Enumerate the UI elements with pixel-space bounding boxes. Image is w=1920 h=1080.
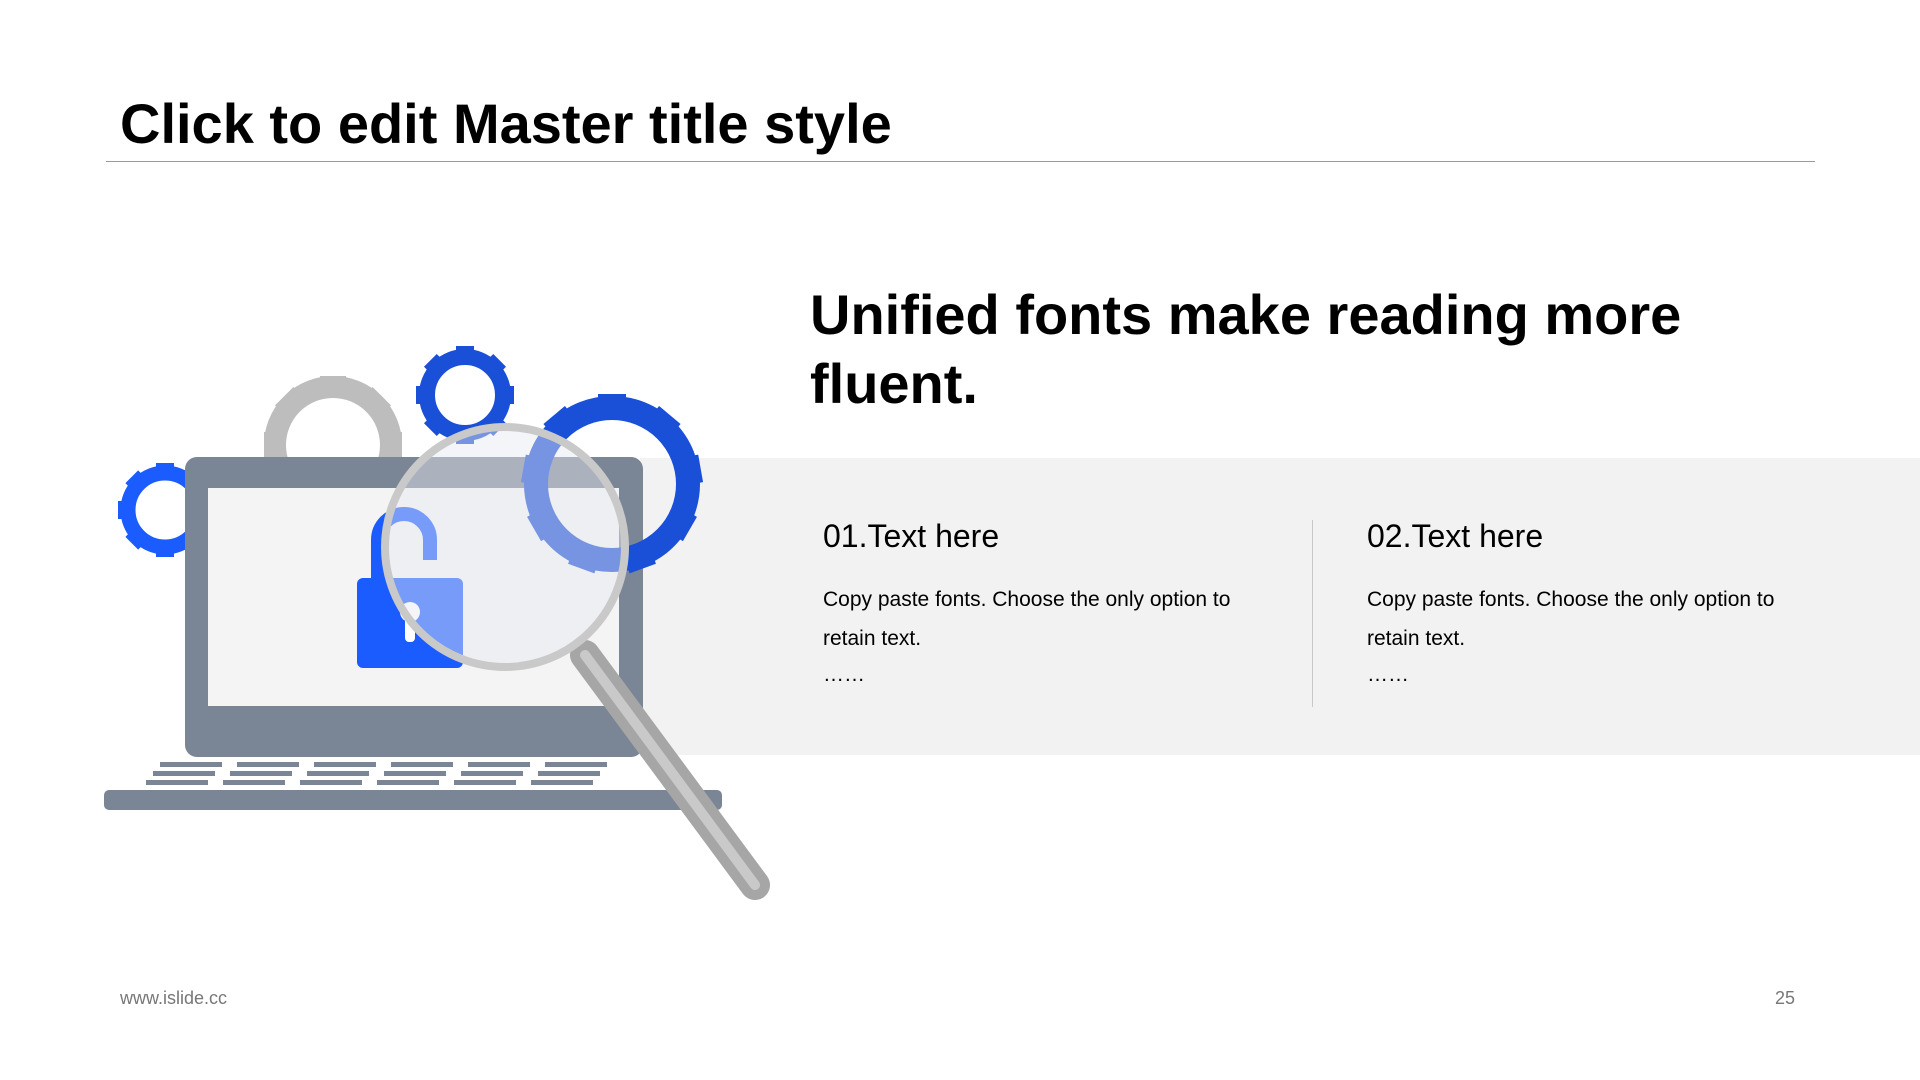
headline: Unified fonts make reading more fluent.: [810, 283, 1682, 415]
text-column-2: 02.Text here Copy paste fonts. Choose th…: [1367, 510, 1807, 690]
column-body: Copy paste fonts. Choose the only option…: [1367, 588, 1775, 650]
column-ellipsis: ……: [1367, 663, 1409, 686]
column-ellipsis: ……: [823, 663, 865, 686]
column-heading: 02.Text here: [1367, 518, 1544, 554]
column-body: Copy paste fonts. Choose the only option…: [823, 588, 1231, 650]
text-column-1: 01.Text here Copy paste fonts. Choose th…: [823, 510, 1263, 690]
column-divider: [1312, 520, 1313, 707]
footer-url: www.islide.cc: [120, 988, 228, 1008]
security-illustration: [104, 346, 770, 900]
column-heading: 01.Text here: [823, 518, 1000, 554]
page-number: 25: [1775, 988, 1796, 1008]
